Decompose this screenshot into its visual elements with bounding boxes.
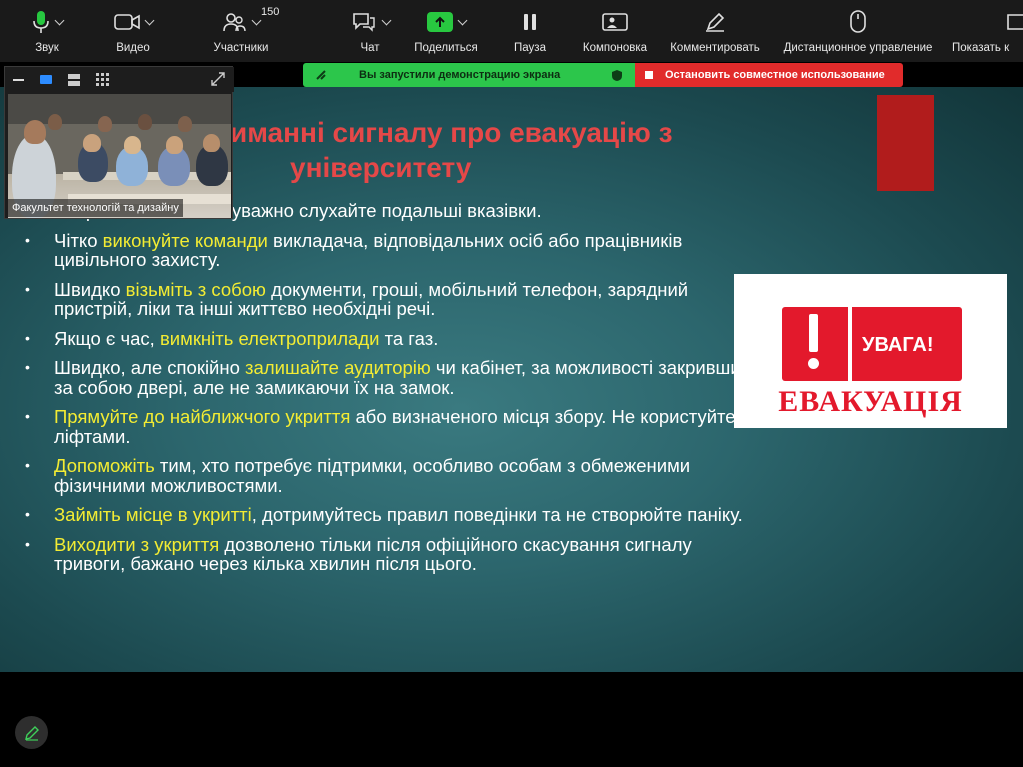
remote-control-label: Дистанционное управление — [783, 42, 933, 54]
annotate-label: Комментировать — [670, 42, 760, 54]
captions-icon — [1007, 14, 1023, 30]
chat-options-chevron-icon[interactable] — [381, 15, 391, 25]
pause-share-button[interactable]: Пауза — [510, 0, 550, 62]
video-button[interactable]: Видео — [104, 0, 162, 62]
list-item: Виходити з укриття дозволено тільки післ… — [24, 534, 764, 574]
share-icon — [426, 12, 453, 32]
meeting-toolbar: Звук Видео Участники 150 Чат Поделиться … — [0, 0, 1023, 62]
microphone-icon — [32, 11, 49, 33]
audio-options-chevron-icon[interactable] — [54, 15, 64, 25]
audio-button[interactable]: Звук — [20, 0, 74, 62]
pause-label: Пауза — [514, 42, 546, 54]
layout-button[interactable]: Компоновка — [578, 0, 652, 62]
pause-icon — [524, 14, 536, 30]
shield-icon — [612, 69, 622, 81]
pencil-icon — [24, 725, 39, 741]
share-label: Поделиться — [414, 42, 478, 54]
show-label: Показать к — [952, 42, 1010, 54]
decorative-red-block — [877, 95, 934, 191]
remote-control-button[interactable]: Дистанционное управление — [777, 0, 939, 62]
evacuation-instructions-list: Зберігайте спокій та уважно слухайте под… — [24, 201, 764, 584]
share-screen-button[interactable]: Поделиться — [412, 0, 480, 62]
layout-label: Компоновка — [582, 42, 648, 54]
sharing-status-text: Вы запустили демонстрацию экрана — [359, 69, 561, 81]
evacuation-sign-text: ЕВАКУАЦІЯ — [778, 385, 963, 418]
stop-sharing-text: Остановить совместное использование — [665, 69, 885, 81]
video-options-chevron-icon[interactable] — [144, 15, 154, 25]
minimize-icon[interactable] — [13, 79, 24, 81]
video-label: Видео — [116, 42, 150, 54]
video-panel-controls — [5, 67, 234, 92]
share-options-chevron-icon[interactable] — [457, 15, 467, 25]
warning-sign-text: УВАГА! — [862, 334, 934, 356]
participants-label: Участники — [213, 42, 269, 54]
exclamation-icon — [798, 312, 828, 372]
mouse-icon — [850, 10, 866, 33]
participant-name-label: Факультет технологій та дизайну — [8, 199, 183, 217]
stacked-view-icon[interactable] — [68, 73, 80, 91]
show-captions-button[interactable]: Показать к — [952, 0, 1023, 62]
stop-sharing-button[interactable]: Остановить совместное использование — [635, 63, 903, 87]
list-item: Чітко виконуйте команди викладача, відпо… — [24, 230, 764, 270]
expand-icon[interactable] — [211, 72, 225, 91]
slide-title-line2: університету — [290, 152, 472, 183]
layout-icon — [602, 13, 628, 31]
slide-title-line1: иманні сигналу про евакуацію з — [230, 117, 673, 148]
speaker-view-icon[interactable] — [40, 75, 52, 84]
participants-icon — [222, 13, 246, 32]
list-item: Якщо є час, вимкніть електроприлади та г… — [24, 328, 764, 349]
list-item: Допоможіть тим, хто потребує підтримки, … — [24, 456, 764, 495]
chat-icon — [352, 13, 375, 32]
chat-label: Чат — [360, 42, 380, 54]
participants-options-chevron-icon[interactable] — [251, 15, 261, 25]
audio-label: Звук — [35, 42, 59, 54]
annotate-button[interactable]: Комментировать — [666, 0, 764, 62]
video-thumbnail-panel[interactable]: Факультет технологій та дизайну — [4, 66, 234, 219]
drag-handle-icon[interactable] — [315, 69, 327, 81]
annotate-floating-button[interactable] — [15, 716, 48, 749]
chat-button[interactable]: Чат — [340, 0, 400, 62]
screen-sharing-banner: Вы запустили демонстрацию экрана — [303, 63, 635, 87]
participants-count: 150 — [261, 6, 280, 18]
stop-square-icon — [645, 71, 653, 79]
evacuation-warning-image: УВАГА! ЕВАКУАЦІЯ — [734, 274, 1007, 428]
camera-icon — [113, 14, 140, 30]
list-item: Швидко, але спокійно залишайте аудиторію… — [24, 358, 764, 397]
gallery-view-icon[interactable] — [96, 73, 109, 91]
pen-icon — [706, 12, 725, 32]
list-item: Прямуйте до найближчого укриття або визн… — [24, 407, 764, 446]
list-item: Швидко візьміть з собою документи, гроші… — [24, 279, 764, 319]
list-item: Займіть місце в укритті, дотримуйтесь пр… — [24, 505, 764, 525]
sign-divider — [848, 307, 852, 381]
